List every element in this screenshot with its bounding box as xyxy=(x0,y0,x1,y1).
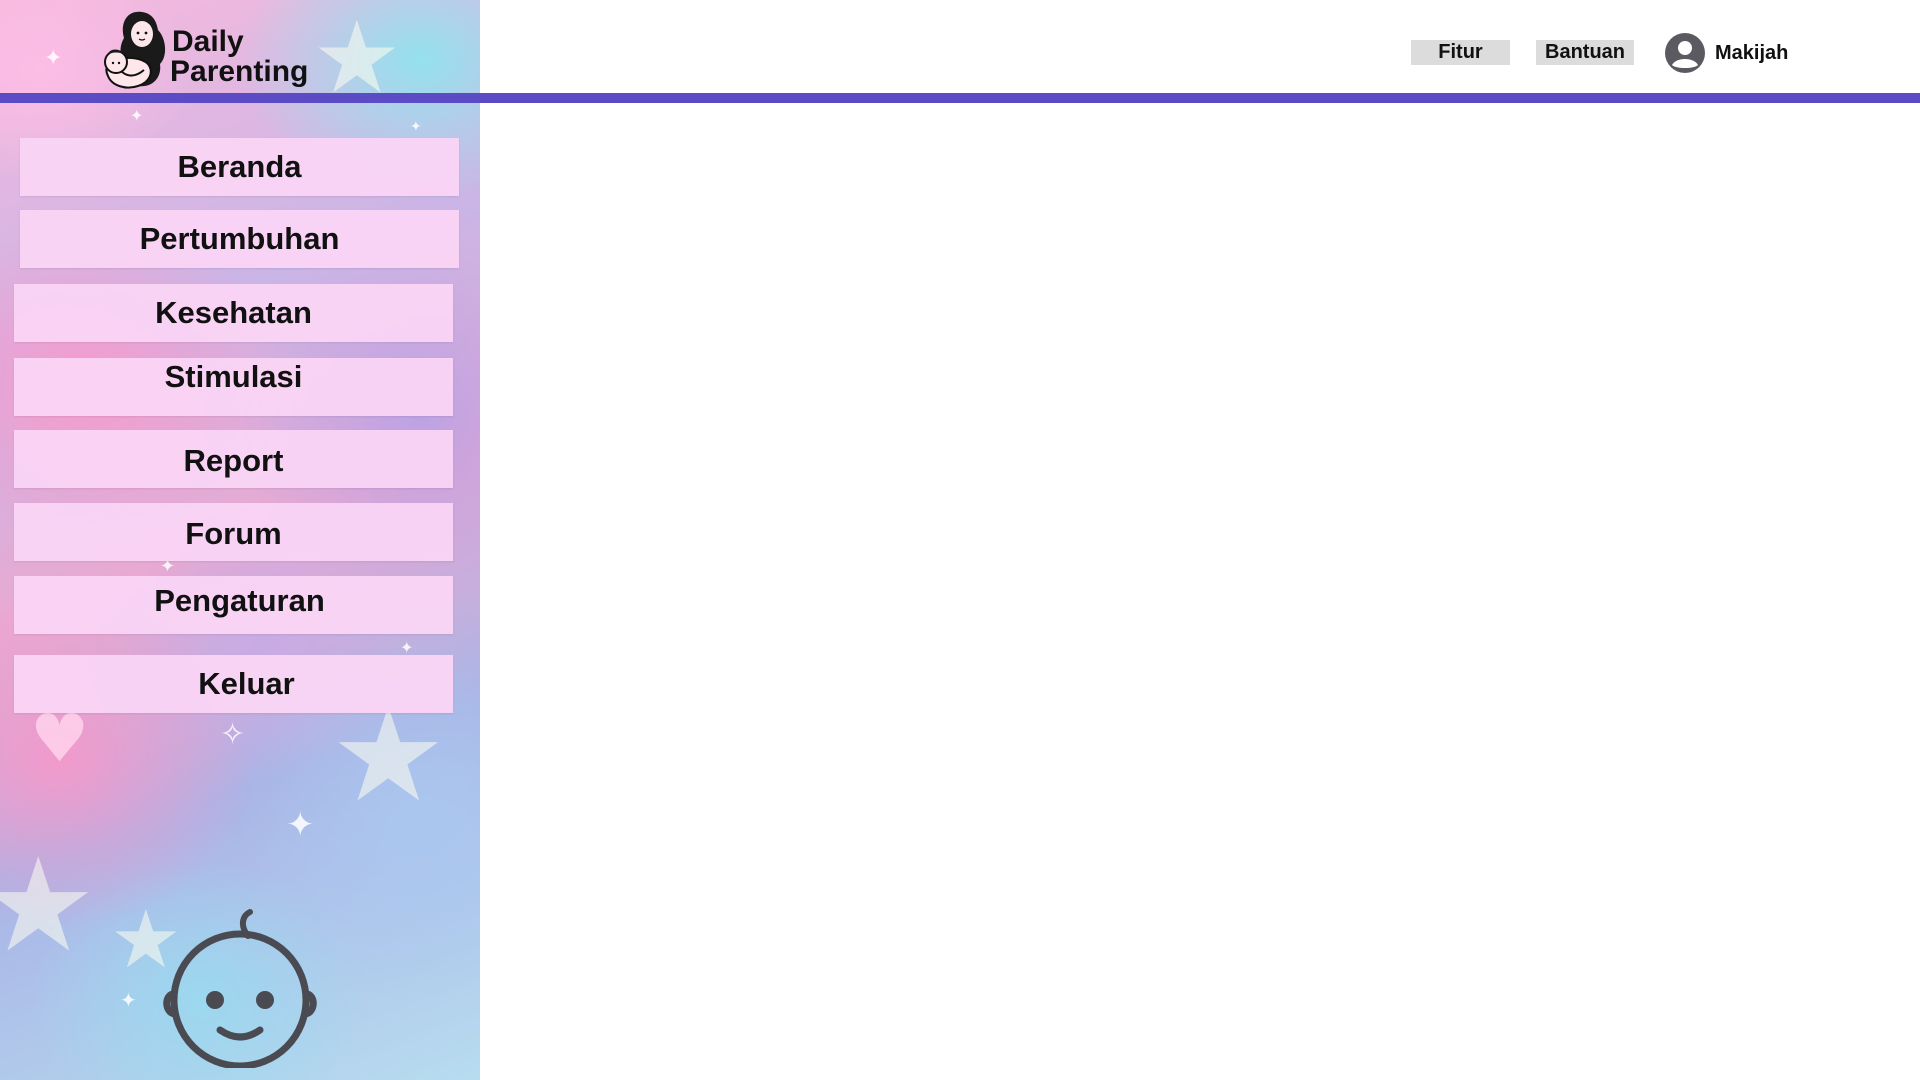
sidebar-item-pengaturan[interactable]: Pengaturan xyxy=(14,576,453,634)
star-icon: ★ xyxy=(0,829,97,981)
sidebar-item-label: Pertumbuhan xyxy=(139,221,340,256)
sparkle-icon: ✦ xyxy=(44,46,63,71)
brand-logo[interactable]: Daily Parenting xyxy=(98,8,308,92)
sidebar: ✦ ✦ ✦ ✦ ✧ ✦ ✦ ✦ ★ ★ ★ ★ ♥ Daily Parentin… xyxy=(0,0,480,1080)
sidebar-item-label: Stimulasi xyxy=(164,359,303,394)
heart-icon: ♥ xyxy=(30,700,90,777)
sidebar-item-label: Beranda xyxy=(177,149,302,184)
sparkle-icon: ✦ xyxy=(410,119,422,135)
sparkle-icon: ✦ xyxy=(120,988,137,1012)
sidebar-item-report[interactable]: Report xyxy=(14,430,453,488)
user-name: Makijah xyxy=(1715,41,1789,64)
user-menu[interactable]: Makijah xyxy=(1664,32,1788,74)
sidebar-item-pertumbuhan[interactable]: Pertumbuhan xyxy=(20,210,459,268)
brand-name-line1: Daily xyxy=(172,25,244,58)
header-divider xyxy=(0,93,1920,103)
sidebar-item-label: Pengaturan xyxy=(154,583,325,618)
sidebar-item-label: Kesehatan xyxy=(155,295,312,330)
app-window: ✦ ✦ ✦ ✦ ✧ ✦ ✦ ✦ ★ ★ ★ ★ ♥ Daily Parentin… xyxy=(0,0,1920,1080)
fitur-button-label: Fitur xyxy=(1438,41,1483,63)
sidebar-item-stimulasi[interactable]: Stimulasi xyxy=(14,358,453,416)
sidebar-item-label: Forum xyxy=(185,516,282,551)
sparkle-icon: ✦ xyxy=(130,106,144,125)
fitur-button[interactable]: Fitur xyxy=(1411,40,1510,65)
brand-name: Daily Parenting xyxy=(170,25,309,88)
brand-name-line2: Parenting xyxy=(170,55,309,88)
sidebar-item-beranda[interactable]: Beranda xyxy=(20,138,459,196)
sidebar-item-kesehatan[interactable]: Kesehatan xyxy=(14,284,453,342)
sidebar-item-keluar[interactable]: Keluar xyxy=(14,655,453,713)
sidebar-item-label: Report xyxy=(183,443,284,478)
user-avatar-icon xyxy=(1665,33,1705,73)
sparkle-icon: ✧ xyxy=(220,717,246,752)
bantuan-button[interactable]: Bantuan xyxy=(1536,40,1634,65)
sidebar-item-forum[interactable]: Forum xyxy=(14,503,453,561)
baby-face-icon xyxy=(163,909,317,1068)
sparkle-icon: ✦ xyxy=(400,638,414,657)
mother-baby-icon xyxy=(104,11,166,89)
bantuan-button-label: Bantuan xyxy=(1545,41,1625,63)
sparkle-icon: ✦ xyxy=(286,805,315,845)
main-content xyxy=(480,103,1920,1080)
sidebar-item-label: Keluar xyxy=(198,666,295,701)
